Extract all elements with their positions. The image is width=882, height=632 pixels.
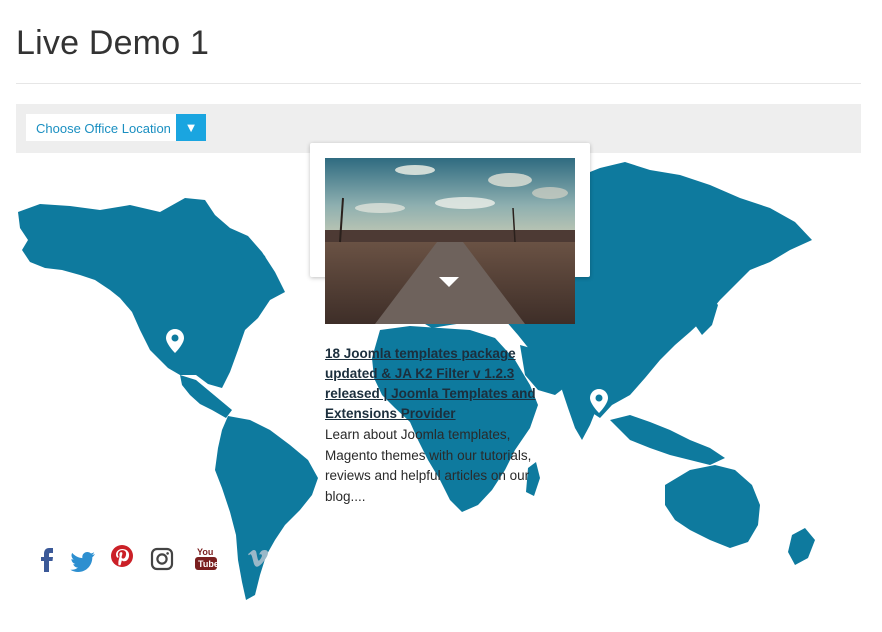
youtube-icon[interactable]: You Tube bbox=[192, 544, 220, 574]
svg-text:Tube: Tube bbox=[198, 559, 219, 569]
southeast-asia-shape bbox=[610, 415, 725, 465]
new-zealand-shape bbox=[788, 528, 815, 565]
popup-description: Learn about Joomla templates, Magento th… bbox=[325, 427, 532, 504]
location-marker-asia[interactable] bbox=[590, 389, 608, 413]
north-america-shape bbox=[18, 198, 285, 388]
popup-article-link[interactable]: 18 Joomla templates package updated & JA… bbox=[325, 344, 555, 424]
location-marker-north-america[interactable] bbox=[166, 329, 184, 353]
road-landscape-image bbox=[325, 158, 575, 324]
vimeo-icon[interactable] bbox=[244, 544, 272, 574]
popup-caret bbox=[439, 277, 459, 287]
map-pin-icon bbox=[166, 329, 184, 353]
popup-content: 18 Joomla templates package updated & JA… bbox=[325, 344, 555, 507]
map-pin-icon bbox=[590, 389, 608, 413]
australia-shape bbox=[665, 465, 760, 548]
svg-text:You: You bbox=[197, 547, 213, 557]
twitter-icon[interactable] bbox=[70, 544, 98, 574]
facebook-icon[interactable] bbox=[34, 544, 62, 574]
pinterest-icon[interactable] bbox=[108, 544, 136, 574]
instagram-icon[interactable] bbox=[148, 544, 176, 574]
